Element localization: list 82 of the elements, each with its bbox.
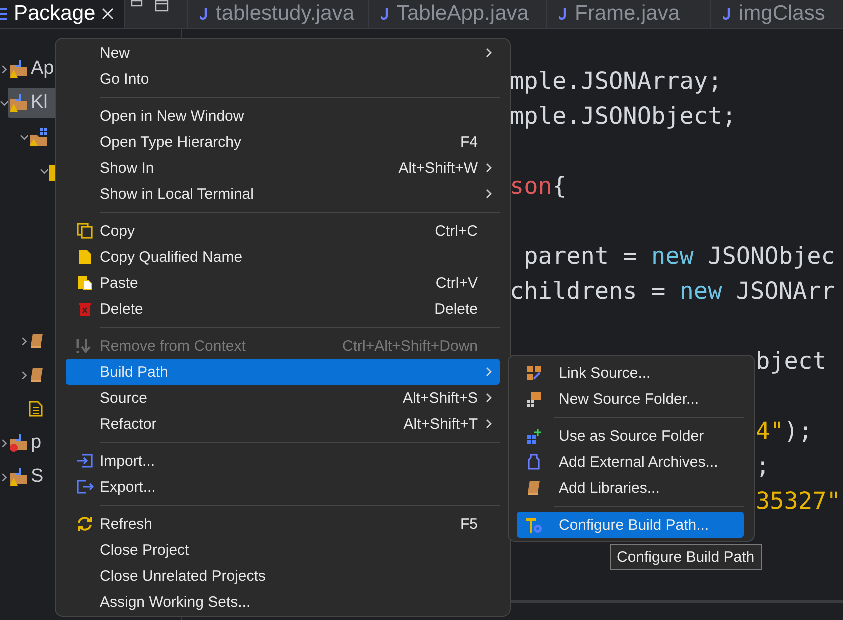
project-folder-icon bbox=[9, 467, 29, 487]
tree-item[interactable]: p bbox=[8, 428, 62, 458]
menu-item[interactable]: Paste Ctrl+V bbox=[66, 270, 500, 296]
chevron-right-icon[interactable] bbox=[20, 370, 28, 380]
paste-icon bbox=[77, 275, 93, 291]
trash-icon bbox=[78, 301, 92, 317]
menu-item[interactable]: Close Project bbox=[66, 537, 500, 563]
code-line: son{ bbox=[510, 172, 567, 200]
export-icon bbox=[76, 479, 94, 495]
chevron-right-icon[interactable] bbox=[0, 438, 8, 448]
link-source-icon bbox=[526, 365, 542, 381]
new-folder-icon bbox=[526, 391, 542, 407]
book-icon bbox=[29, 333, 45, 349]
code-line: childrens = new JSONArr bbox=[510, 277, 836, 305]
shortcut-label: Ctrl+V bbox=[436, 274, 478, 292]
shortcut-label: Delete bbox=[434, 300, 478, 318]
chevron-right-icon[interactable] bbox=[0, 64, 8, 74]
code-line: 35327" bbox=[756, 487, 841, 515]
chevron-right-icon[interactable] bbox=[0, 472, 8, 482]
shortcut-label: Ctrl+Alt+Shift+Down bbox=[342, 338, 478, 354]
menu-item[interactable]: Delete Delete bbox=[66, 296, 500, 322]
menu-item[interactable]: Copy Ctrl+C bbox=[66, 218, 500, 244]
maximize-icon[interactable] bbox=[155, 0, 169, 12]
shortcut-label: Alt+Shift+T bbox=[404, 416, 478, 432]
document-icon bbox=[78, 249, 92, 265]
grid-plus-icon bbox=[526, 428, 542, 444]
menu-item[interactable]: Source Alt+Shift+S bbox=[66, 385, 500, 411]
menu-item[interactable]: Add Libraries... bbox=[517, 475, 744, 501]
shortcut-label: Ctrl+C bbox=[435, 222, 478, 240]
menu-item[interactable]: Add External Archives... bbox=[517, 449, 744, 475]
copy-icon bbox=[77, 223, 93, 239]
menu-item[interactable]: Open Type Hierarchy F4 bbox=[66, 129, 500, 155]
menu-item[interactable]: Copy Qualified Name bbox=[66, 244, 500, 270]
chevron-right-icon[interactable] bbox=[20, 336, 28, 346]
menu-item[interactable]: Open in New Window bbox=[66, 103, 500, 129]
menu-item[interactable]: New Source Folder... bbox=[517, 386, 744, 412]
code-line: bject bbox=[756, 347, 827, 375]
code-line: mple.JSONArray; bbox=[510, 67, 722, 95]
java-file-icon bbox=[723, 7, 733, 21]
project-folder-icon bbox=[9, 433, 29, 453]
java-file-icon bbox=[559, 7, 569, 21]
import-icon bbox=[76, 453, 94, 469]
menu-item[interactable]: Use as Source Folder bbox=[517, 423, 744, 449]
project-folder-icon bbox=[9, 59, 29, 79]
chevron-down-icon[interactable] bbox=[20, 132, 28, 142]
chevron-down-icon[interactable] bbox=[40, 166, 48, 176]
java-file-icon bbox=[200, 7, 210, 21]
tree-item[interactable]: S bbox=[8, 462, 64, 492]
project-folder-icon bbox=[9, 93, 29, 113]
book-icon bbox=[29, 367, 45, 383]
menu-item[interactable]: Refresh F5 bbox=[66, 511, 500, 537]
source-folder-icon bbox=[29, 127, 49, 147]
menu-item[interactable]: Refactor Alt+Shift+T bbox=[66, 411, 500, 437]
code-line: parent = new JSONObjec bbox=[523, 242, 836, 270]
menu-item[interactable]: Show in Local Terminal bbox=[66, 181, 500, 207]
menu-item[interactable]: Link Source... bbox=[517, 360, 744, 386]
tooltip: Configure Build Path bbox=[610, 544, 762, 570]
book-icon bbox=[526, 480, 542, 496]
package-explorer-icon bbox=[0, 6, 8, 22]
shortcut-label: Alt+Shift+W bbox=[398, 160, 478, 176]
close-icon[interactable] bbox=[102, 8, 114, 20]
shortcut-label: F4 bbox=[460, 134, 478, 150]
shortcut-label: F5 bbox=[460, 516, 478, 532]
shortcut-label: Alt+Shift+S bbox=[402, 390, 478, 406]
menu-item[interactable]: Import... bbox=[66, 448, 500, 474]
menu-item[interactable]: Assign Working Sets... bbox=[66, 589, 500, 615]
menu-item[interactable]: Export... bbox=[66, 474, 500, 500]
chevron-down-icon[interactable] bbox=[0, 98, 8, 108]
menu-item[interactable]: Show In Alt+Shift+W bbox=[66, 155, 500, 181]
menu-item[interactable]: Configure Build Path... bbox=[517, 512, 744, 538]
code-line: 4"); bbox=[756, 417, 813, 445]
code-line: mple.JSONObject; bbox=[510, 102, 736, 130]
editor-tab[interactable]: Package bbox=[0, 0, 125, 28]
menu-item[interactable]: Close Unrelated Projects bbox=[66, 563, 500, 589]
hammer-gear-icon bbox=[525, 516, 543, 534]
minimize-icon[interactable] bbox=[131, 0, 143, 8]
java-file-icon bbox=[381, 7, 391, 21]
file-icon bbox=[29, 401, 43, 417]
jar-icon bbox=[527, 454, 541, 470]
code-line: ; bbox=[756, 452, 770, 480]
menu-item[interactable]: Build Path bbox=[66, 359, 500, 385]
refresh-icon bbox=[77, 516, 93, 532]
